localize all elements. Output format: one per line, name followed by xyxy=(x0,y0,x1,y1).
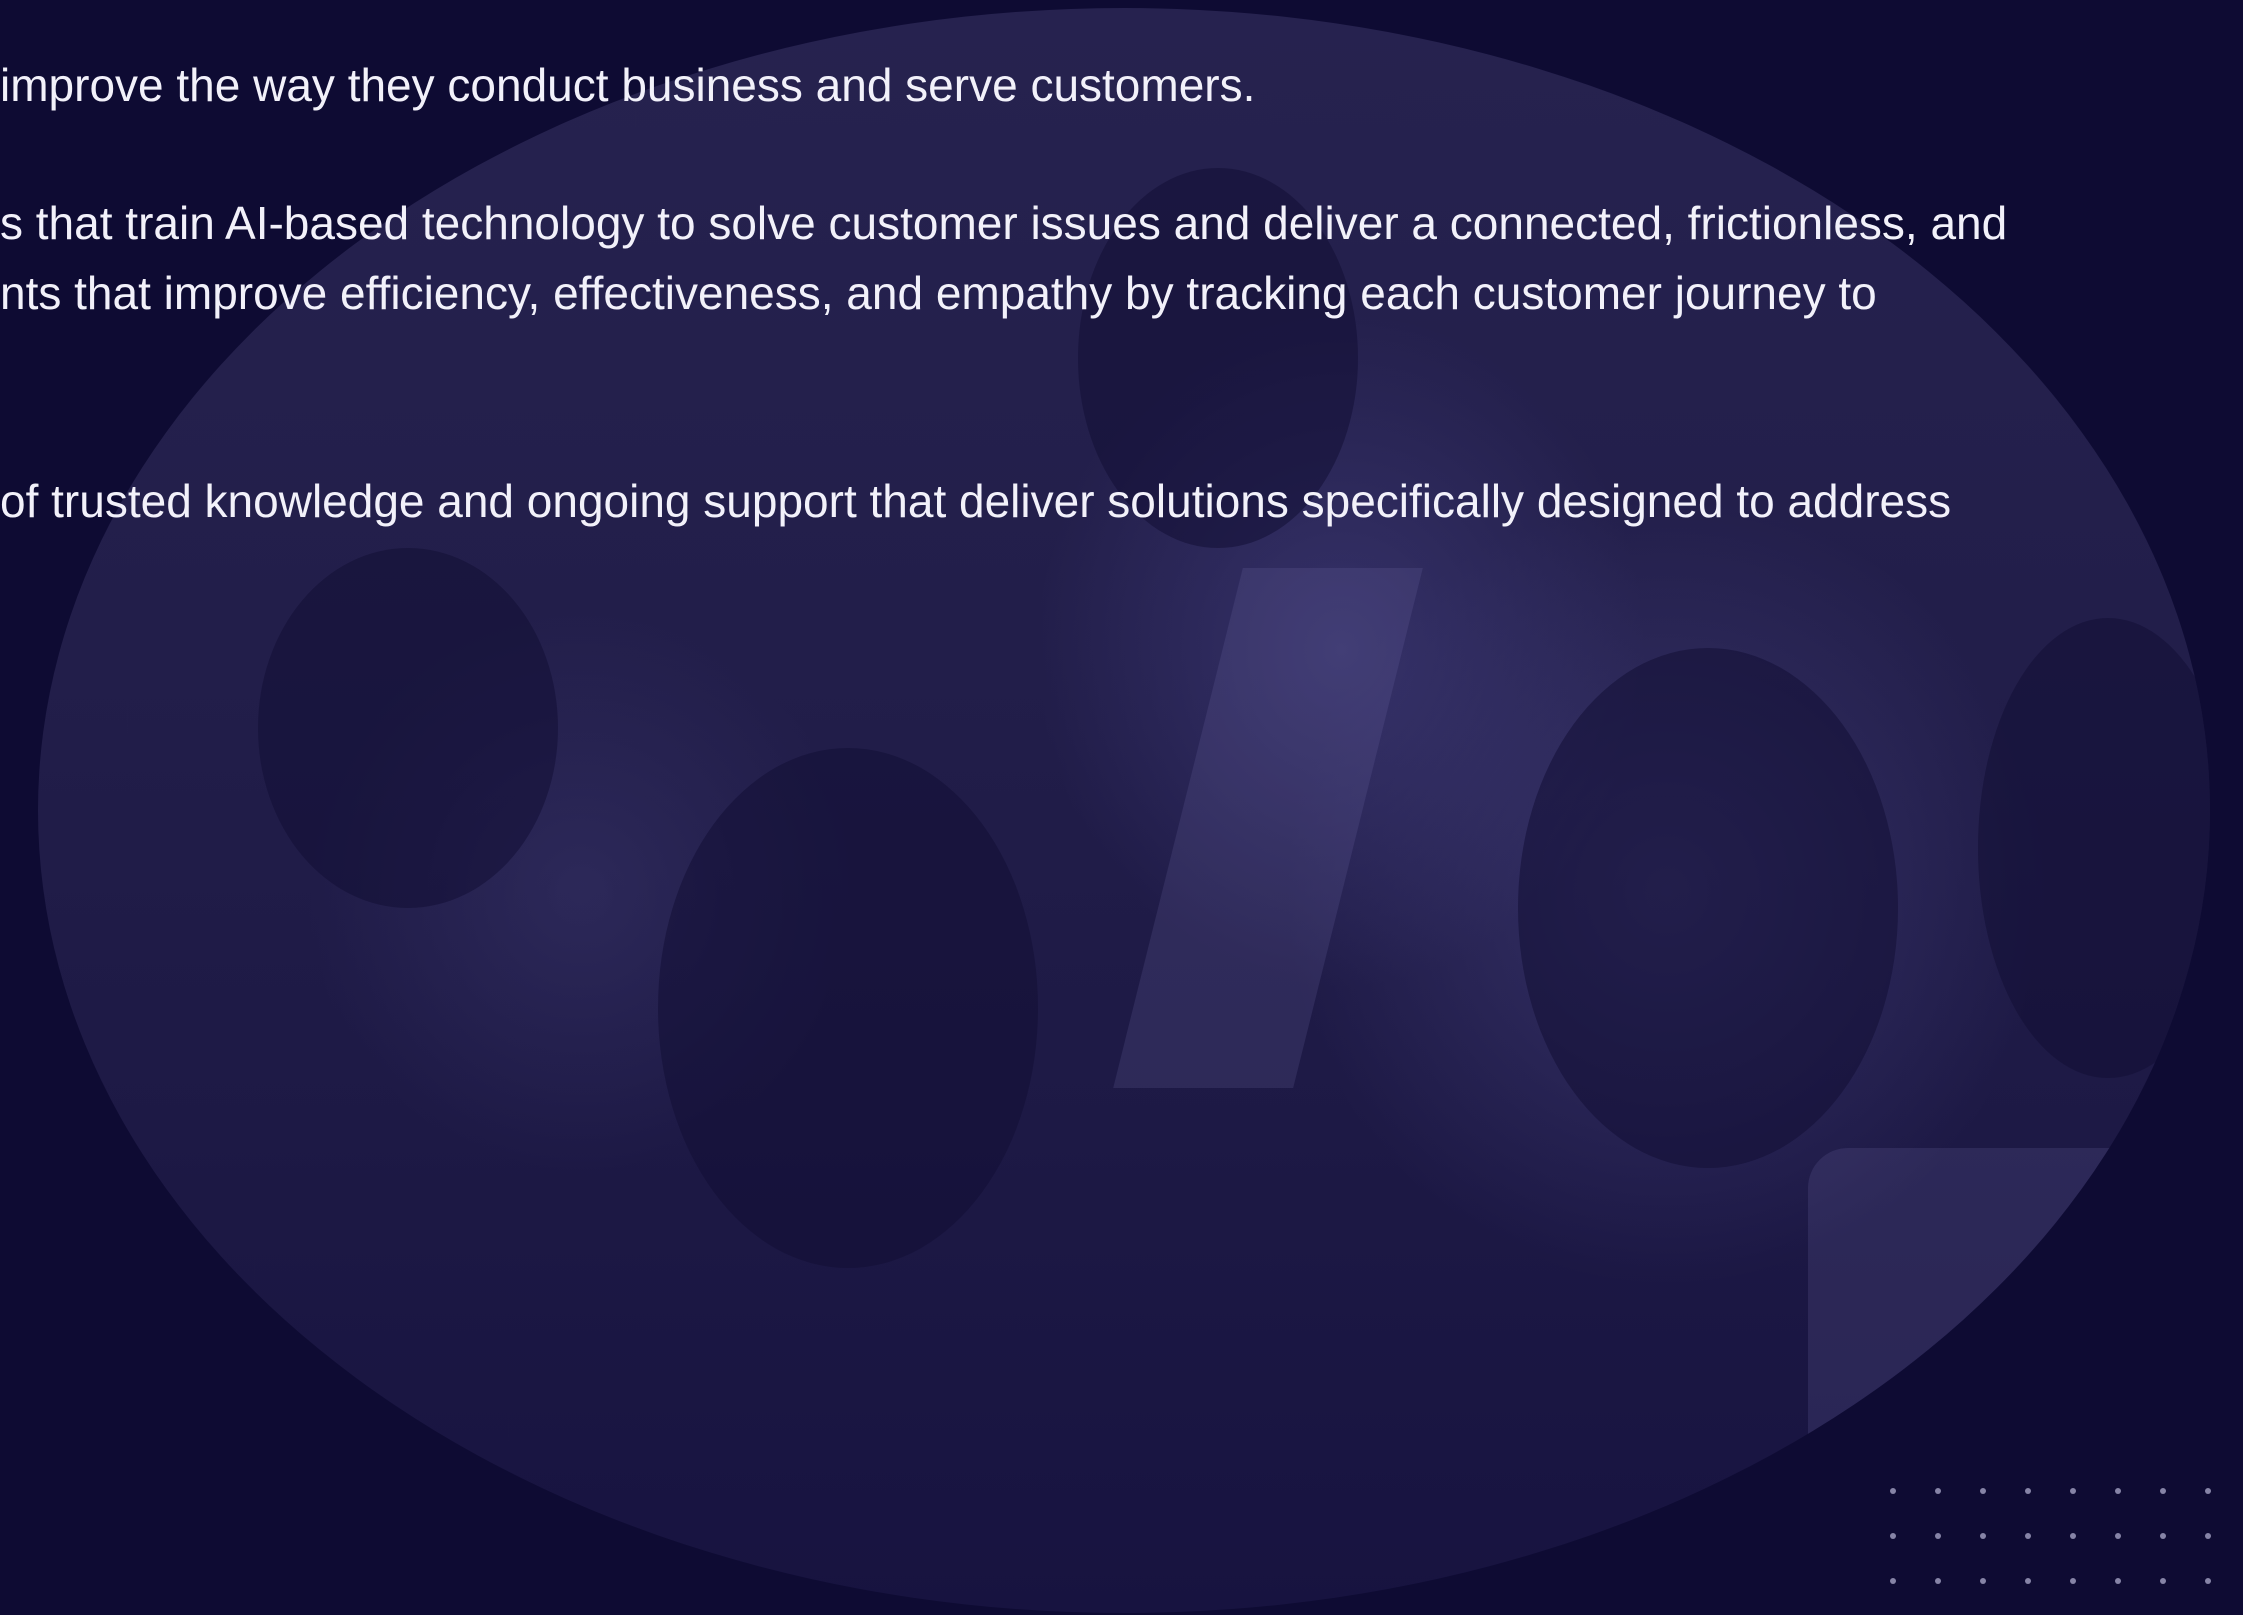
decorative-dot-grid xyxy=(1890,1488,2243,1615)
decorative-dot xyxy=(2205,1578,2211,1584)
paragraph-2-line-2: nts that improve efficiency, effectivene… xyxy=(0,267,1877,319)
person-silhouette-far-right xyxy=(1978,618,2210,1078)
decorative-dot xyxy=(2115,1488,2121,1494)
decorative-dot xyxy=(2025,1488,2031,1494)
decorative-dot xyxy=(1890,1533,1896,1539)
decorative-dot xyxy=(1935,1533,1941,1539)
decorative-dot xyxy=(1890,1578,1896,1584)
decorative-dot xyxy=(1935,1578,1941,1584)
decorative-dot xyxy=(1980,1578,1986,1584)
decorative-dot xyxy=(1980,1533,1986,1539)
person-silhouette-left xyxy=(258,548,558,908)
decorative-dot xyxy=(2025,1578,2031,1584)
decorative-dot xyxy=(1890,1488,1896,1494)
decorative-dot xyxy=(2115,1533,2121,1539)
decorative-dot xyxy=(2205,1488,2211,1494)
paragraph-3-line-1: of trusted knowledge and ongoing support… xyxy=(0,475,1952,527)
decorative-dot xyxy=(2115,1578,2121,1584)
paragraph-2-line-1: s that train AI-based technology to solv… xyxy=(0,197,2008,249)
decorative-dot xyxy=(2070,1578,2076,1584)
monitor-shape xyxy=(1113,568,1423,1088)
person-silhouette-woman-headset xyxy=(658,748,1038,1268)
decorative-dot xyxy=(2025,1533,2031,1539)
paragraph-1-line-1: improve the way they conduct business an… xyxy=(0,59,1256,111)
decorative-dot xyxy=(1980,1488,1986,1494)
monitor-shape-bottom xyxy=(1808,1148,2210,1528)
decorative-dot xyxy=(2160,1578,2166,1584)
decorative-dot xyxy=(2160,1533,2166,1539)
decorative-dot xyxy=(2205,1533,2211,1539)
decorative-dot xyxy=(2160,1488,2166,1494)
decorative-dot xyxy=(2070,1488,2076,1494)
decorative-dot xyxy=(2070,1533,2076,1539)
person-silhouette-man-right xyxy=(1518,648,1898,1168)
decorative-dot xyxy=(1935,1488,1941,1494)
page: improve the way they conduct business an… xyxy=(0,0,2243,1615)
